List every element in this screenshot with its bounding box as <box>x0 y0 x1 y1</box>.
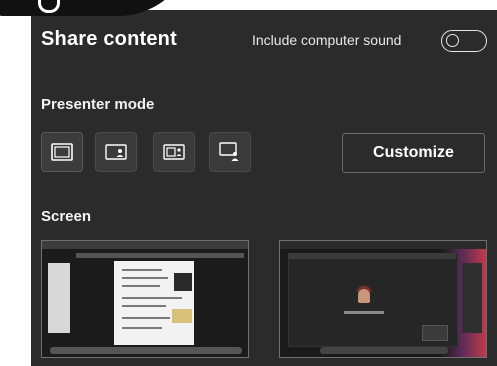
thumb-window-titlebar <box>288 253 456 259</box>
thumb-sidebar <box>48 263 70 333</box>
screen-section-label: Screen <box>41 208 92 225</box>
thumb-text-line <box>122 297 182 299</box>
thumb-text-line <box>122 317 170 319</box>
content-only-icon <box>51 143 73 161</box>
thumb-dock <box>320 347 448 354</box>
toggle-knob <box>446 34 459 47</box>
side-by-side-icon <box>163 144 185 160</box>
thumb-menubar <box>280 241 486 249</box>
thumb-toolbar <box>76 253 244 258</box>
thumb-text-line <box>122 269 162 271</box>
presenter-mode-reporter[interactable] <box>209 132 251 172</box>
thumb-caption <box>344 311 384 314</box>
presenter-mode-content-only[interactable] <box>41 132 83 172</box>
screen-thumbnail-1[interactable] <box>41 240 249 358</box>
thumb-text-line <box>122 327 162 329</box>
reporter-icon <box>219 142 239 161</box>
customize-button[interactable]: Customize <box>342 133 485 173</box>
thumb-text-line <box>122 305 166 307</box>
thumb-dock <box>50 347 242 354</box>
thumb-text-line <box>122 285 160 287</box>
share-content-panel: Share content Include computer sound Pre… <box>31 10 497 366</box>
thumb-avatar <box>358 289 370 303</box>
thumb-side-panel <box>462 263 482 333</box>
thumb-text-line <box>122 277 168 279</box>
include-sound-toggle[interactable] <box>441 30 487 52</box>
thumb-image <box>172 309 192 323</box>
presenter-mode-standout[interactable] <box>95 132 137 172</box>
thumb-image <box>174 273 192 291</box>
presenter-mode-label: Presenter mode <box>41 96 155 113</box>
thumb-menubar <box>42 241 248 249</box>
standout-icon <box>105 144 127 160</box>
thumb-self-view <box>422 325 448 341</box>
include-sound-label: Include computer sound <box>252 32 402 48</box>
presenter-mode-side-by-side[interactable] <box>153 132 195 172</box>
panel-title: Share content <box>41 28 177 50</box>
screen-thumbnail-2[interactable] <box>279 240 487 358</box>
